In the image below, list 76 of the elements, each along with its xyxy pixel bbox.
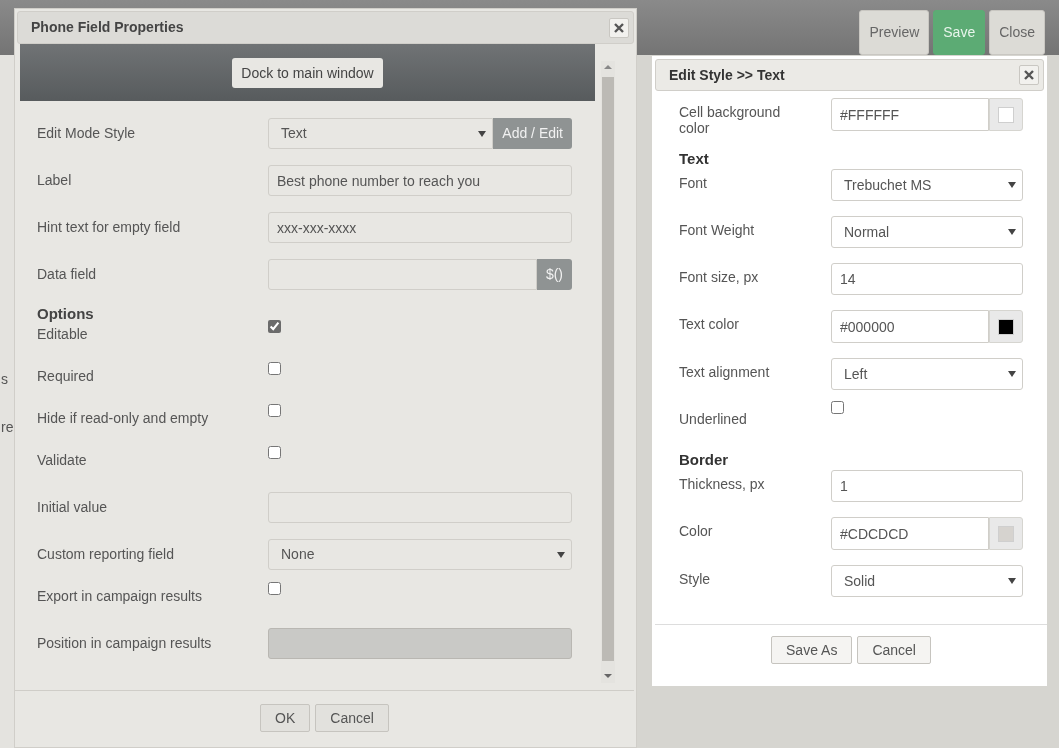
- select-field[interactable]: Left: [831, 358, 1023, 390]
- color-input[interactable]: #000000: [831, 310, 989, 343]
- caret-icon: [557, 551, 565, 558]
- caret-icon: [478, 130, 487, 137]
- close-icon: [614, 22, 624, 33]
- input-field[interactable]: [268, 492, 572, 523]
- field-label: Color: [679, 522, 714, 539]
- dialog-button[interactable]: Save As: [771, 636, 853, 664]
- field-label: Custom reporting field: [37, 545, 175, 564]
- color-picker-button[interactable]: [988, 310, 1023, 343]
- field-label: Style: [679, 570, 712, 587]
- text-fragment: re: [1, 418, 14, 437]
- dock-button[interactable]: Dock to main window: [232, 57, 383, 88]
- dialog-button[interactable]: Cancel: [857, 636, 931, 664]
- field-label: Cell background color: [679, 103, 782, 136]
- select-field[interactable]: None: [268, 539, 572, 570]
- caret-icon: [1008, 371, 1016, 377]
- field-label: Underlined: [679, 410, 748, 427]
- color-picker-button[interactable]: [988, 517, 1023, 550]
- field-label: Position in campaign results: [37, 634, 213, 653]
- section-heading: Border: [679, 450, 730, 470]
- color-input[interactable]: #FFFFFF: [831, 98, 989, 131]
- toolbar-button[interactable]: Close: [989, 10, 1045, 55]
- field-label: Thickness, px: [679, 475, 766, 492]
- select-value: Normal: [844, 222, 890, 242]
- dialog-title: Phone Field Properties: [31, 18, 184, 37]
- caret-icon: [1008, 578, 1016, 584]
- input-field[interactable]: xxx-xxx-xxxx: [268, 212, 572, 243]
- select-field[interactable]: Normal: [831, 216, 1023, 248]
- color-picker-button[interactable]: [988, 98, 1023, 131]
- section-heading: Options: [37, 304, 95, 324]
- caret-icon: [1008, 182, 1016, 188]
- close-button[interactable]: [609, 17, 629, 38]
- dialog-button[interactable]: OK: [260, 704, 311, 732]
- field-label: Hint text for empty field: [37, 218, 182, 237]
- field-label: Export in campaign results: [37, 587, 203, 606]
- select-value: Text: [281, 124, 307, 143]
- field-label: Font Weight: [679, 221, 756, 238]
- input-field[interactable]: [268, 259, 537, 290]
- checkbox[interactable]: [268, 446, 281, 459]
- input-field[interactable]: Best phone number to reach you: [268, 165, 572, 196]
- toolbar-button[interactable]: Preview: [859, 10, 930, 55]
- close-icon: [1024, 70, 1034, 80]
- field-label: Validate: [37, 451, 88, 470]
- checkbox[interactable]: [268, 404, 281, 417]
- dialog-title: Edit Style >> Text: [669, 65, 785, 85]
- input-field[interactable]: 14: [831, 263, 1023, 295]
- caret-icon: [1008, 229, 1016, 235]
- select-field[interactable]: Solid: [831, 565, 1023, 597]
- dialog-button[interactable]: Cancel: [315, 704, 389, 732]
- field-label: Edit Mode Style: [37, 124, 137, 143]
- select-field[interactable]: Text: [268, 118, 494, 149]
- input-field[interactable]: 1: [831, 470, 1023, 502]
- select-field[interactable]: Trebuchet MS: [831, 169, 1023, 201]
- close-button[interactable]: [1019, 65, 1039, 85]
- text-fragment: s: [1, 370, 8, 389]
- select-value: Left: [844, 364, 868, 384]
- field-label: Text color: [679, 315, 740, 332]
- select-value: Trebuchet MS: [844, 175, 932, 195]
- field-label: Initial value: [37, 498, 109, 517]
- checkbox[interactable]: [268, 320, 281, 333]
- field-label: Label: [37, 171, 73, 190]
- checkbox[interactable]: [268, 582, 281, 595]
- field-label: Font size, px: [679, 268, 760, 285]
- checkbox[interactable]: [268, 362, 281, 375]
- field-label: Font: [679, 174, 708, 191]
- field-label: Editable: [37, 325, 89, 344]
- color-input[interactable]: #CDCDCD: [831, 517, 989, 550]
- field-label: Hide if read-only and empty: [37, 409, 210, 428]
- field-label: Required: [37, 367, 95, 386]
- select-value: Solid: [844, 571, 876, 591]
- section-heading: Text: [679, 149, 710, 169]
- select-value: None: [281, 545, 315, 564]
- field-label: Data field: [37, 265, 98, 284]
- checkbox[interactable]: [831, 401, 844, 414]
- field-label: Text alignment: [679, 363, 771, 380]
